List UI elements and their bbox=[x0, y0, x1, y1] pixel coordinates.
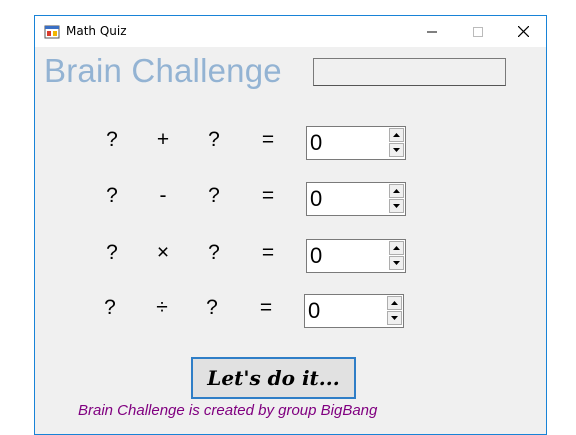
answer-value: 0 bbox=[310, 243, 323, 268]
left-operand: ? bbox=[106, 184, 118, 207]
chevron-up-icon bbox=[391, 301, 398, 305]
left-operand: ? bbox=[106, 241, 118, 264]
right-operand: ? bbox=[208, 241, 220, 264]
stepper-buttons bbox=[389, 128, 404, 158]
answer-stepper-product[interactable]: 0 bbox=[306, 239, 406, 273]
operator-minus: - bbox=[159, 184, 167, 207]
stepper-buttons bbox=[389, 184, 404, 214]
page-title: Brain Challenge bbox=[44, 52, 282, 89]
stepper-buttons bbox=[389, 241, 404, 271]
operator-times: × bbox=[156, 241, 170, 264]
chevron-up-icon bbox=[393, 246, 400, 250]
answer-value: 0 bbox=[310, 130, 323, 155]
answer-value: 0 bbox=[310, 186, 323, 211]
equals-sign: = bbox=[261, 241, 275, 264]
operator-plus: + bbox=[156, 128, 170, 151]
answer-stepper-sum[interactable]: 0 bbox=[306, 126, 406, 160]
stepper-buttons bbox=[387, 296, 402, 326]
equals-sign: = bbox=[259, 296, 273, 319]
chevron-down-icon bbox=[393, 261, 400, 265]
chevron-up-icon bbox=[393, 189, 400, 193]
answer-stepper-difference[interactable]: 0 bbox=[306, 182, 406, 216]
maximize-button[interactable] bbox=[455, 16, 500, 47]
chevron-down-icon bbox=[393, 204, 400, 208]
right-operand: ? bbox=[206, 296, 218, 319]
answer-stepper-quotient[interactable]: 0 bbox=[304, 294, 404, 328]
close-button[interactable] bbox=[501, 16, 546, 47]
chevron-down-icon bbox=[391, 316, 398, 320]
close-icon bbox=[518, 26, 529, 37]
math-quiz-window: Math Quiz Brain Challenge ? + ? = 0 ? - … bbox=[34, 15, 547, 435]
title-bar[interactable]: Math Quiz bbox=[35, 16, 546, 47]
left-operand: ? bbox=[104, 296, 116, 319]
right-operand: ? bbox=[208, 184, 220, 207]
equals-sign: = bbox=[261, 128, 275, 151]
stepper-up-button[interactable] bbox=[387, 296, 402, 310]
stepper-down-button[interactable] bbox=[389, 199, 404, 213]
stepper-down-button[interactable] bbox=[389, 143, 404, 157]
stepper-up-button[interactable] bbox=[389, 184, 404, 198]
equals-sign: = bbox=[261, 184, 275, 207]
equation-row-subtraction: ? - ? = 0 bbox=[35, 182, 548, 216]
equation-row-addition: ? + ? = 0 bbox=[35, 126, 548, 160]
stepper-down-button[interactable] bbox=[389, 256, 404, 270]
equation-row-division: ? ÷ ? = 0 bbox=[35, 294, 548, 328]
stepper-down-button[interactable] bbox=[387, 311, 402, 325]
window-title: Math Quiz bbox=[66, 24, 127, 38]
right-operand: ? bbox=[208, 128, 220, 151]
stepper-up-button[interactable] bbox=[389, 128, 404, 142]
chevron-up-icon bbox=[393, 133, 400, 137]
app-icon bbox=[44, 25, 60, 39]
name-textbox[interactable] bbox=[313, 58, 506, 86]
left-operand: ? bbox=[106, 128, 118, 151]
start-quiz-button[interactable]: Let's do it... bbox=[191, 357, 356, 399]
answer-value: 0 bbox=[308, 298, 321, 323]
equation-row-multiplication: ? × ? = 0 bbox=[35, 239, 548, 273]
chevron-down-icon bbox=[393, 148, 400, 152]
minimize-icon bbox=[426, 31, 437, 32]
stepper-up-button[interactable] bbox=[389, 241, 404, 255]
operator-divide: ÷ bbox=[156, 296, 168, 319]
minimize-button[interactable] bbox=[409, 16, 454, 47]
maximize-icon bbox=[472, 26, 483, 37]
